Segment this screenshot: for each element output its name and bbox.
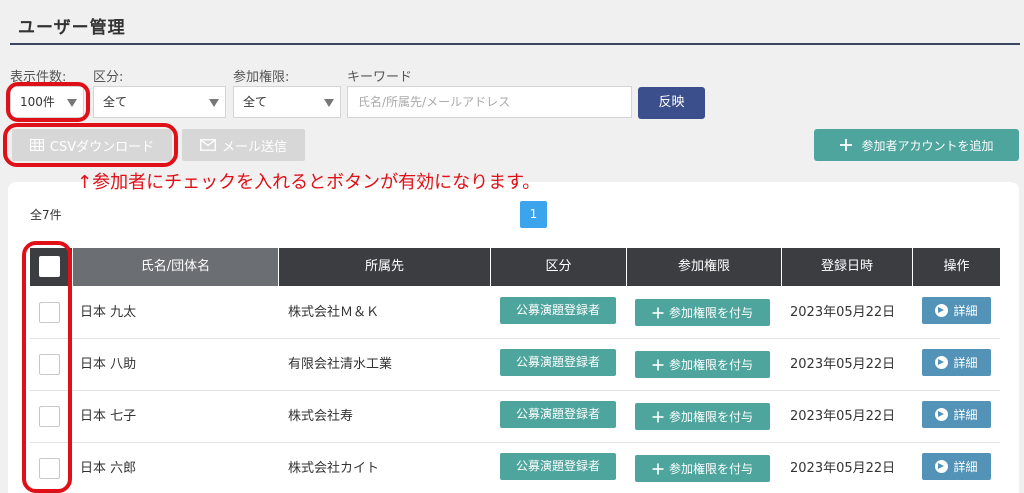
row-org: 株式会社Ｍ＆Ｋ (288, 305, 380, 320)
category-badge: 公募演題登録者 (500, 349, 616, 376)
row-org: 株式会社寿 (288, 409, 354, 424)
row-date: 2023年05月22日 (790, 357, 896, 372)
table-icon (29, 139, 44, 151)
table-row: 日本 七子 株式会社寿 公募演題登録者 参加権限を付与 2023年05月22日 … (30, 391, 1000, 443)
plus-icon (652, 307, 664, 318)
detail-label: 詳細 (953, 356, 978, 370)
grant-permission-label: 参加権限を付与 (668, 306, 753, 320)
row-date: 2023年05月22日 (790, 409, 896, 424)
envelope-icon (200, 139, 216, 151)
grant-permission-label: 参加権限を付与 (668, 462, 753, 476)
title-divider (10, 43, 1020, 45)
apply-button[interactable]: 反映 (638, 87, 705, 119)
permission-select-value: 全て (243, 95, 268, 109)
row-org: 株式会社カイト (288, 461, 380, 476)
column-header-org[interactable]: 所属先 (278, 248, 490, 286)
count-select-value: 100件 (20, 95, 55, 109)
table-row: 日本 六郎 株式会社カイト 公募演題登録者 参加権限を付与 2023年05月22… (30, 443, 1000, 493)
csv-download-label: CSVダウンロード (49, 139, 155, 155)
category-label: 区分: (93, 70, 124, 85)
grant-permission-button[interactable]: 参加権限を付与 (635, 403, 770, 430)
add-participant-button[interactable]: 参加者アカウントを追加 (814, 129, 1019, 161)
caret-down-icon (67, 99, 77, 107)
total-count: 全7件 (30, 208, 62, 222)
row-name: 日本 八助 (80, 357, 137, 372)
arrow-right-circle-icon (935, 304, 949, 317)
detail-button[interactable]: 詳細 (922, 297, 991, 324)
caret-down-icon (324, 99, 334, 107)
detail-label: 詳細 (953, 304, 978, 318)
send-mail-button[interactable]: メール送信 (182, 129, 305, 161)
row-checkbox[interactable] (39, 458, 60, 479)
category-select-value: 全て (103, 95, 128, 109)
grant-permission-label: 参加権限を付与 (668, 410, 753, 424)
add-participant-label: 参加者アカウントを追加 (861, 138, 994, 153)
row-org: 有限会社清水工業 (288, 357, 393, 372)
table-row: 日本 八助 有限会社清水工業 公募演題登録者 参加権限を付与 2023年05月2… (30, 339, 1000, 391)
annotation-text: ↑参加者にチェックを入れるとボタンが有効になります。 (77, 172, 541, 193)
column-header-name[interactable]: 氏名/団体名 (72, 248, 278, 286)
row-date: 2023年05月22日 (790, 461, 896, 476)
row-checkbox[interactable] (39, 354, 60, 375)
arrow-right-circle-icon (935, 408, 949, 421)
category-badge: 公募演題登録者 (500, 401, 616, 428)
row-name: 日本 七子 (80, 409, 137, 424)
grant-permission-button[interactable]: 参加権限を付与 (635, 455, 770, 482)
arrow-right-circle-icon (935, 460, 949, 473)
plus-icon (652, 359, 664, 370)
select-all-checkbox[interactable] (39, 256, 60, 277)
caret-down-icon (209, 99, 219, 107)
grant-permission-button[interactable]: 参加権限を付与 (635, 351, 770, 378)
row-name: 日本 六郎 (80, 461, 137, 476)
row-checkbox[interactable] (39, 406, 60, 427)
detail-button[interactable]: 詳細 (922, 401, 991, 428)
csv-download-button[interactable]: CSVダウンロード (12, 129, 172, 161)
page-title: ユーザー管理 (18, 18, 126, 38)
category-select[interactable]: 全て (93, 86, 226, 118)
keyword-label: キーワード (347, 70, 413, 85)
detail-label: 詳細 (953, 408, 978, 422)
row-checkbox[interactable] (39, 302, 60, 323)
detail-button[interactable]: 詳細 (922, 349, 991, 376)
detail-label: 詳細 (953, 460, 978, 474)
column-header-actions: 操作 (912, 248, 1000, 286)
permission-select[interactable]: 全て (233, 86, 341, 118)
keyword-input[interactable] (347, 86, 632, 118)
plus-icon (652, 411, 664, 422)
pagination-page-1[interactable]: 1 (520, 201, 547, 228)
arrow-right-circle-icon (935, 356, 949, 369)
column-header-category[interactable]: 区分 (490, 248, 626, 286)
permission-label: 参加権限: (233, 70, 290, 85)
select-all-header (30, 248, 72, 286)
count-select[interactable]: 100件 (10, 86, 84, 118)
plus-icon (652, 463, 664, 474)
send-mail-label: メール送信 (221, 139, 287, 155)
column-header-permission[interactable]: 参加権限 (626, 248, 781, 286)
category-badge: 公募演題登録者 (500, 297, 616, 324)
table-row: 日本 九太 株式会社Ｍ＆Ｋ 公募演題登録者 参加権限を付与 2023年05月22… (30, 287, 1000, 339)
category-badge: 公募演題登録者 (500, 453, 616, 480)
grant-permission-button[interactable]: 参加権限を付与 (635, 299, 770, 326)
column-header-date[interactable]: 登録日時 (781, 248, 912, 286)
row-name: 日本 九太 (80, 305, 137, 320)
count-label: 表示件数: (10, 70, 67, 85)
detail-button[interactable]: 詳細 (922, 453, 991, 480)
row-date: 2023年05月22日 (790, 305, 896, 320)
grant-permission-label: 参加権限を付与 (668, 358, 753, 372)
plus-icon (840, 139, 853, 151)
